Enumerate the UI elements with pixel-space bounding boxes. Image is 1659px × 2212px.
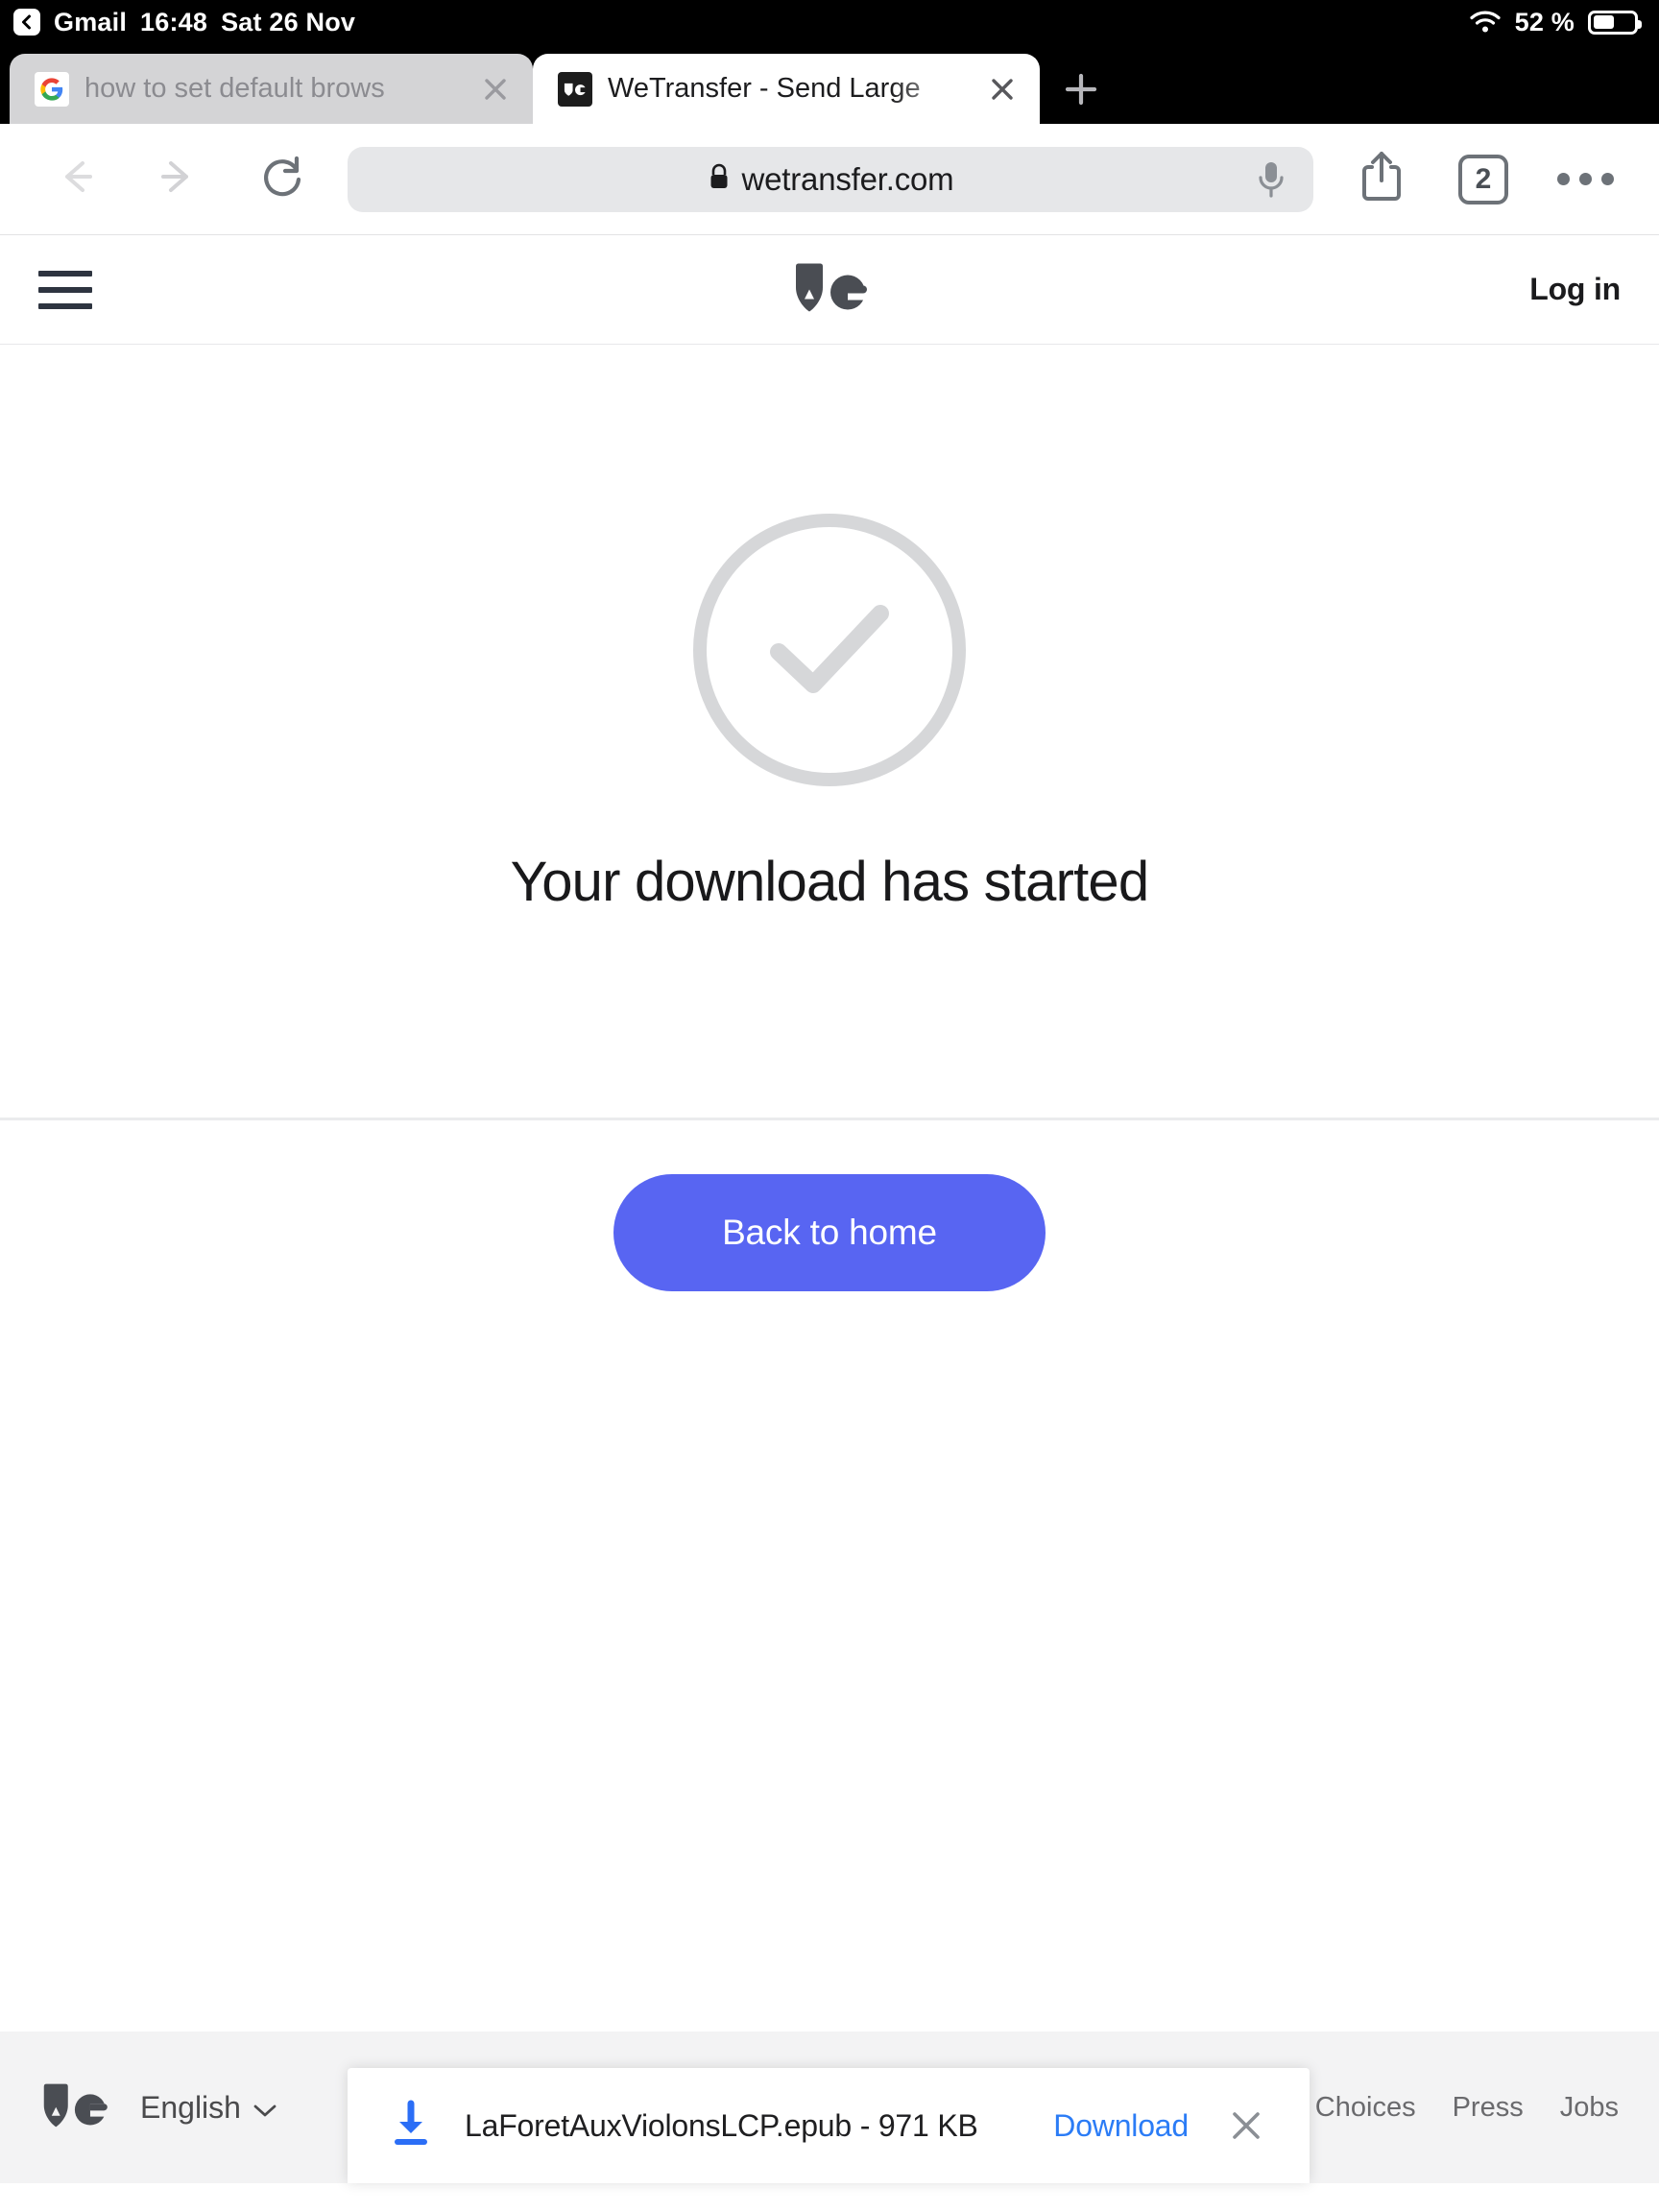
close-icon[interactable] [479,73,512,106]
browser-tab-2[interactable]: WeTransfer - Send Large [533,54,1040,124]
footer-left: English [40,2081,277,2134]
battery-icon [1588,10,1642,35]
google-icon [35,71,69,107]
close-icon[interactable] [1221,2101,1271,2151]
tab-overview-button[interactable]: 2 [1432,141,1534,218]
tab-title: how to set default brows [84,73,385,104]
check-circle-icon [693,514,966,786]
language-label: English [140,2089,241,2125]
download-status-block: Your download has started [0,345,1659,914]
url-text: wetransfer.com [741,160,954,197]
microphone-icon[interactable] [1246,155,1296,204]
address-bar[interactable]: wetransfer.com [348,146,1313,212]
download-filename: LaForetAuxViolonsLCP.epub - 971 KB [465,2107,978,2143]
arrow-left-icon [48,150,102,208]
more-menu-button[interactable] [1534,141,1636,218]
back-button[interactable] [23,141,127,218]
status-bar-left: Gmail 16:48 Sat 26 Nov [13,8,355,37]
ios-status-bar: Gmail 16:48 Sat 26 Nov 52 % [0,0,1659,44]
browser-toolbar: wetransfer.com 2 [0,124,1659,235]
battery-fill [1593,15,1614,29]
browser-tab-1[interactable]: how to set default brows [10,54,533,124]
download-arrow-icon [390,2099,432,2153]
cta-container: Back to home [0,1174,1659,1291]
footer-link-press[interactable]: Press [1453,2092,1524,2124]
close-icon[interactable] [986,73,1019,106]
download-action-link[interactable]: Download [1053,2108,1189,2144]
download-notification-bar: LaForetAuxViolonsLCP.epub - 971 KB Downl… [348,2068,1310,2183]
lock-icon [708,162,731,196]
status-bar-right: 52 % [1469,7,1642,37]
section-divider [0,1118,1659,1120]
hamburger-menu-icon[interactable] [38,270,92,309]
new-tab-button[interactable] [1040,54,1122,124]
footer-link-jobs[interactable]: Jobs [1560,2092,1619,2124]
tab-title: WeTransfer - Send Large [608,73,921,104]
share-button[interactable] [1331,141,1432,218]
status-back-app-label[interactable]: Gmail [54,8,127,37]
more-dots-icon [1556,173,1614,185]
toolbar-actions: 2 [1331,141,1636,218]
tab-count-badge: 2 [1458,154,1508,204]
page-content: Your download has started Back to home E… [0,345,1659,2183]
reload-icon [256,151,308,207]
battery-percent-label: 52 % [1514,7,1575,36]
chevron-left-icon[interactable] [13,9,40,36]
arrow-right-icon [152,150,205,208]
wetransfer-logo[interactable] [40,2081,109,2134]
reload-button[interactable] [230,141,334,218]
language-selector[interactable]: English [140,2090,277,2126]
wetransfer-icon [558,71,592,107]
back-to-home-button[interactable]: Back to home [613,1174,1046,1291]
site-header: Log in [0,235,1659,345]
address-bar-content: wetransfer.com [708,161,954,198]
share-icon [1358,150,1406,208]
forward-button[interactable] [127,141,230,218]
wetransfer-logo[interactable] [792,260,869,319]
tab-strip: how to set default brows WeTransfer - Se… [0,44,1659,124]
login-button[interactable]: Log in [1529,272,1621,307]
status-date: Sat 26 Nov [221,7,356,36]
chevron-down-icon [252,2090,277,2126]
status-time: 16:48 [140,7,208,36]
wifi-icon [1469,10,1502,35]
page-title: Your download has started [510,851,1149,913]
